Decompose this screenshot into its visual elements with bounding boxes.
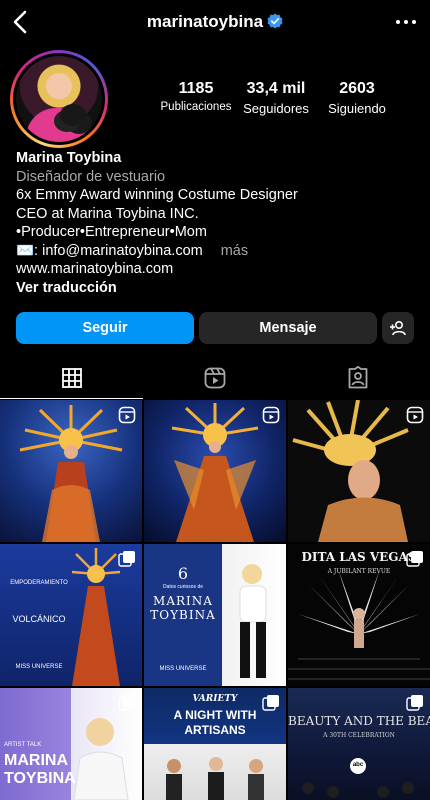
carousel-badge-icon [118,695,135,711]
profile-name: Marina Toybina [16,150,122,166]
add-person-icon [390,320,406,336]
post-caption-text: 6 [177,564,189,583]
post-thumbnail[interactable]: BEAUTY AND THE BEAST A 30TH CELEBRATION … [288,688,430,800]
stat-posts-value: 1185 [178,80,214,97]
post-caption-text: EMPODERAMIENTO [10,580,68,586]
post-caption-text: A 30TH CELEBRATION [323,732,395,739]
grid-icon [61,368,82,388]
post-caption-text: VOLCÁNICO [12,614,66,624]
stat-posts-label: Publicaciones [160,101,232,113]
stat-following[interactable]: 2603 Siguiendo [319,80,395,116]
suggested-accounts-button[interactable] [382,312,414,344]
post-thumbnail[interactable] [0,400,142,542]
profile-stats: 1185 Publicaciones 33,4 mil Seguidores 2… [155,80,395,120]
carousel-badge-icon [406,551,423,567]
post-caption-text: TOYBINA [150,608,216,622]
bio-website-link[interactable]: www.marinatoybina.com [16,260,416,279]
message-button[interactable]: Mensaje [199,312,377,344]
post-caption-text: MISS UNIVERSE [159,666,207,672]
post-thumbnail[interactable]: ARTIST TALK MARINA TOYBINA [0,688,142,800]
top-bar: marinatoybina [0,0,430,44]
profile-tabs [0,358,430,399]
post-caption-text: abc [352,762,364,768]
profile-category: Diseñador de vestuario [16,168,166,185]
follow-button[interactable]: Seguir [16,312,194,344]
post-thumbnail[interactable]: VARIETY A NIGHT WITH ARTISANS [144,688,286,800]
profile-avatar[interactable] [10,50,108,148]
carousel-badge-icon [406,695,423,711]
post-caption-text: Datos curiosos de [162,584,204,590]
tagged-icon [348,366,367,389]
posts-grid: EMPODERAMIENTO VOLCÁNICO MISS UNIVERSE 6… [0,400,430,800]
post-caption-text: MARINA [4,752,68,769]
post-thumbnail[interactable]: 6 Datos curiosos de MARINA TOYBINA MISS … [144,544,286,686]
post-caption-text: MISS UNIVERSE [15,664,63,670]
post-thumbnail[interactable] [288,400,430,542]
carousel-badge-icon [118,551,135,567]
post-caption-text: BEAUTY AND THE BEAST [288,714,430,728]
follow-button-label: Seguir [82,320,128,336]
bio-more-link[interactable]: más [221,243,248,259]
stat-posts[interactable]: 1185 Publicaciones [155,80,237,113]
stat-following-label: Siguiendo [328,101,386,116]
tab-posts[interactable] [0,358,143,399]
message-button-label: Mensaje [259,320,317,336]
tab-reels[interactable] [143,358,286,398]
post-caption-text: TOYBINA [4,770,76,787]
reels-badge-icon [118,406,136,424]
stat-following-value: 2603 [339,80,375,97]
post-caption-text: A JUBILANT REVUE [327,568,391,575]
tab-tagged[interactable] [286,358,429,398]
bio-line: 6x Emmy Award winning Costume Designer [16,187,298,203]
avatar-photo [16,56,102,142]
bio-email[interactable]: ✉️: info@marinatoybina.com [16,243,203,259]
reels-badge-icon [262,406,280,424]
bio-line: CEO at Marina Toybina INC. [16,205,199,222]
stat-followers-value: 33,4 mil [246,80,306,97]
more-horizontal-icon[interactable] [394,12,418,32]
username-text: marinatoybina [146,12,264,31]
see-translation-link[interactable]: Ver traducción [16,279,416,298]
stat-followers[interactable]: 33,4 mil Seguidores [237,80,315,116]
post-thumbnail[interactable]: DITA LAS VEGAS A JUBILANT REVUE [288,544,430,686]
post-thumbnail[interactable] [144,400,286,542]
profile-bio: Marina Toybina Diseñador de vestuario 6x… [16,149,416,297]
bio-email-row: ✉️: info@marinatoybina.com más [16,242,416,261]
profile-username: marinatoybina [0,12,430,32]
carousel-badge-icon [262,695,279,711]
bio-line: •Producer•Entrepreneur•Mom [16,224,207,240]
post-caption-text: MARINA [153,594,213,608]
post-caption-text: ARTISANS [184,723,246,737]
verified-badge-icon [267,13,283,29]
post-thumbnail[interactable]: EMPODERAMIENTO VOLCÁNICO MISS UNIVERSE [0,544,142,686]
stat-followers-label: Seguidores [243,101,309,116]
post-caption-text: ARTIST TALK [4,742,42,748]
reels-icon [204,367,225,389]
reels-badge-icon [406,406,424,424]
